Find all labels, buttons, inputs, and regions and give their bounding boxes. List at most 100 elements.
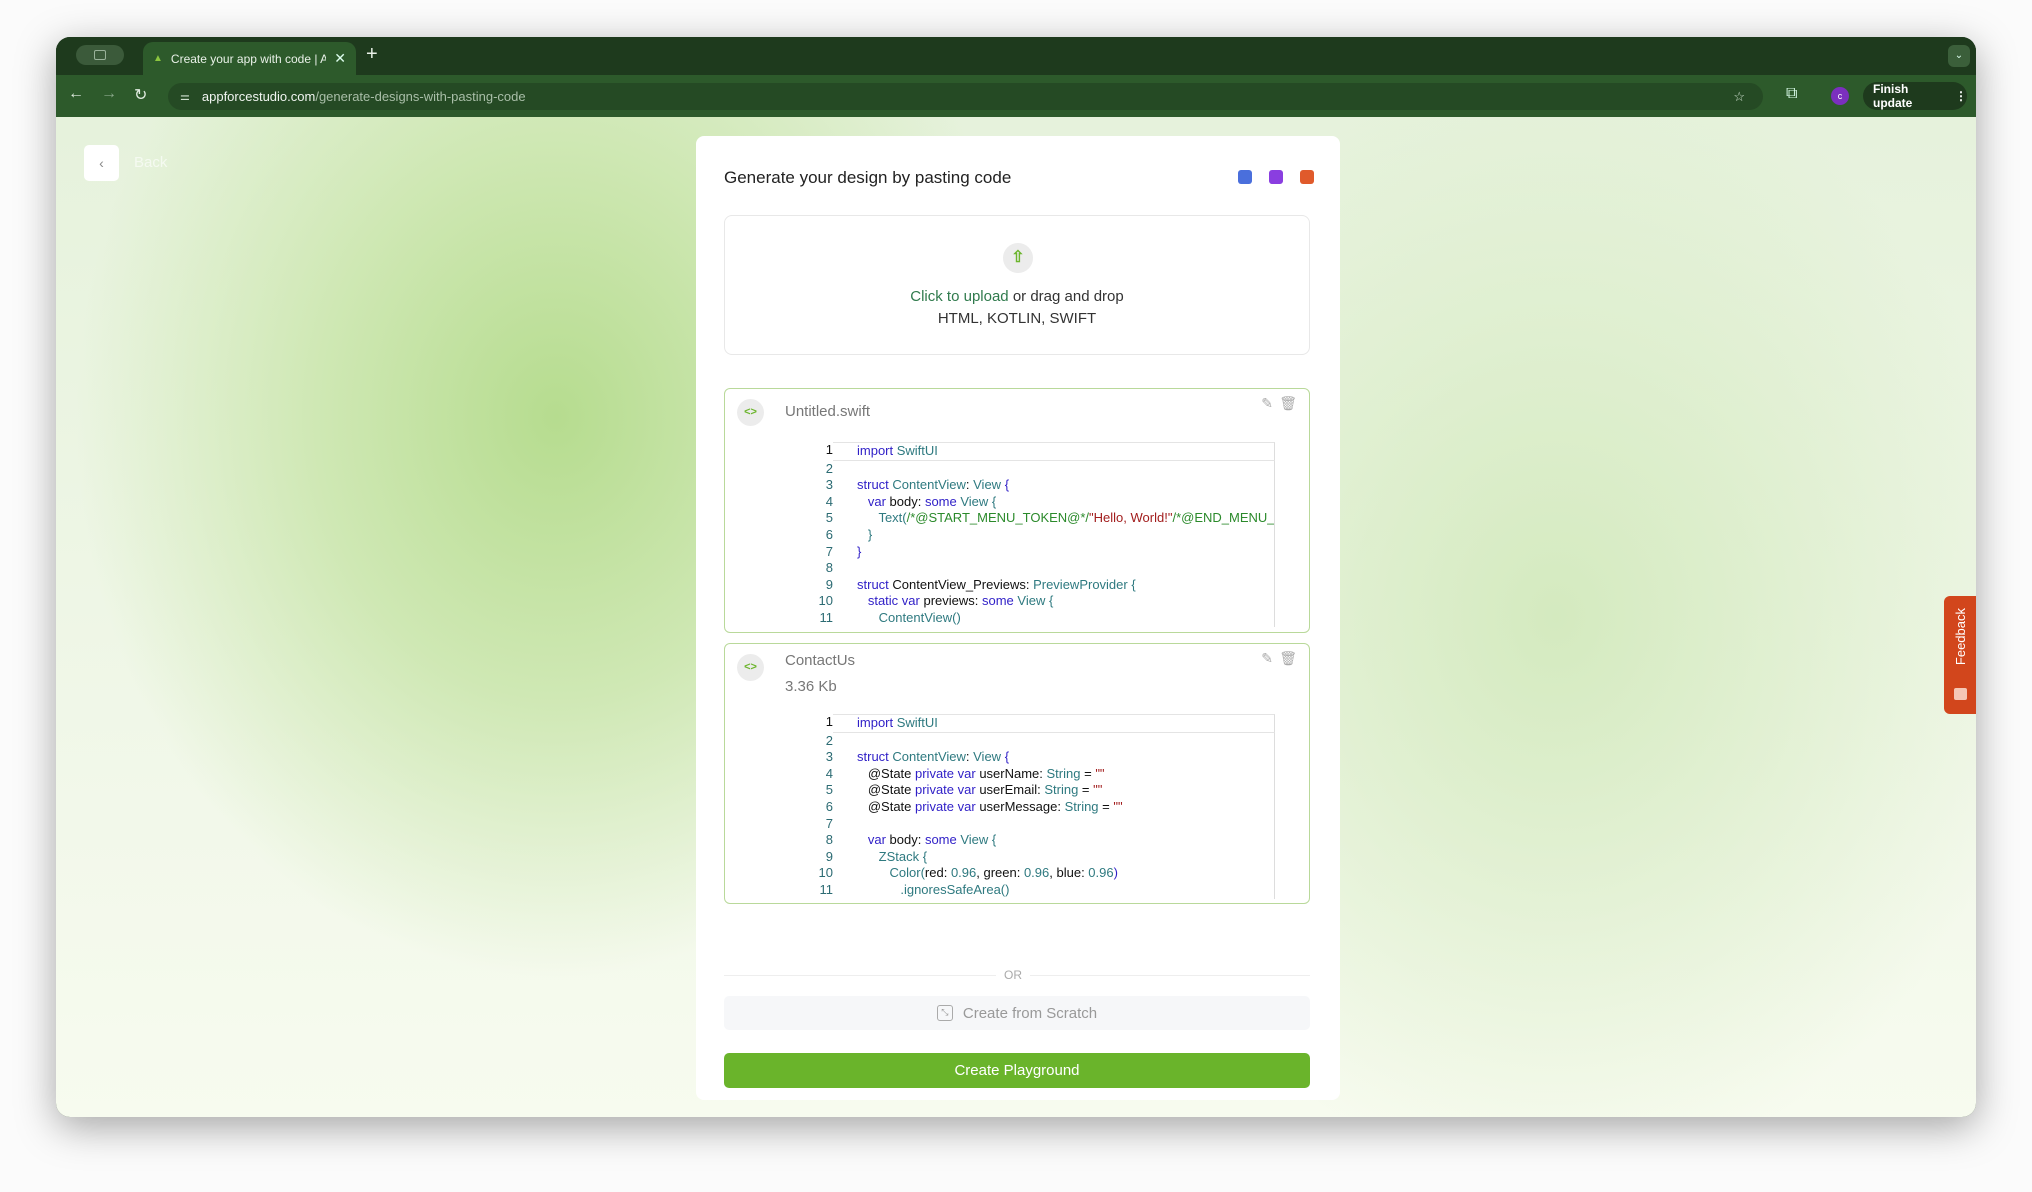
code-token: , blue: (1049, 865, 1089, 881)
code-token: View { (956, 832, 997, 848)
line-code (833, 815, 1275, 833)
code-line: 1 import SwiftUI (775, 714, 1275, 733)
browser-window: ▲ Create your app with code | A ✕ + ⌄ ← … (56, 37, 1976, 1117)
line-code: struct ContentView: View { (833, 477, 1275, 494)
edit-icon[interactable]: ✎ (1261, 650, 1273, 667)
create-from-scratch-button[interactable]: ⤡ Create from Scratch (724, 996, 1310, 1030)
bookmark-star-icon[interactable]: ☆ (1733, 89, 1745, 105)
new-tab-button[interactable]: + (366, 43, 378, 66)
code-line: 5 @State private var userEmail: String =… (775, 782, 1275, 799)
close-tab-icon[interactable]: ✕ (334, 50, 346, 67)
finish-update-button[interactable]: Finish update ⋮ (1863, 82, 1967, 110)
line-code: @State private var userEmail: String = "… (833, 782, 1275, 799)
trash-icon[interactable]: 🗑 (1279, 395, 1297, 412)
file-name: ContactUs (785, 652, 856, 669)
feedback-icon (1954, 688, 1967, 700)
tab-search-button[interactable] (76, 45, 124, 65)
line-number: 6 (825, 798, 833, 814)
more-menu-icon[interactable]: ⋮ (1955, 89, 1967, 103)
feedback-label: Feedback (1953, 608, 1968, 666)
trash-icon[interactable]: 🗑 (1279, 650, 1297, 667)
chevron-down-icon[interactable]: ⌄ (1948, 45, 1970, 67)
code-token: red: (924, 865, 951, 881)
upload-dropzone[interactable]: ⇧ Click to upload or drag and drop HTML,… (724, 215, 1310, 355)
line-code: } (833, 543, 1275, 561)
code-line: 8 var body: some View { (775, 832, 1275, 849)
code-line: 9 ZStack { (775, 848, 1275, 866)
code-token: 0.96 (1088, 865, 1114, 881)
code-token: var (867, 493, 886, 509)
code-token: struct (857, 477, 889, 493)
line-code: ZStack { (833, 848, 1275, 866)
code-line: 7 (775, 815, 1275, 833)
line-code: var body: some View { (833, 493, 1275, 511)
code-token: static var (867, 593, 920, 609)
code-token: private var (915, 765, 976, 781)
code-line: 2 (775, 460, 1275, 478)
back-arrow-icon[interactable]: ← (68, 85, 84, 103)
line-number: 11 (819, 881, 834, 897)
browser-tab[interactable]: ▲ Create your app with code | A ✕ (143, 42, 356, 75)
extensions-icon[interactable]: ⧉ (1786, 85, 1797, 103)
site-settings-icon[interactable]: ⚌ (180, 90, 190, 103)
code-token: @State (857, 782, 915, 798)
tab-title: Create your app with code | A (170, 51, 327, 66)
code-token: struct (857, 749, 889, 765)
site-favicon-icon: ▲ (153, 53, 163, 64)
code-editor[interactable]: 1 import SwiftUI 2 3 struct ContentView: Vi… (775, 714, 1275, 899)
feedback-tab[interactable]: Feedback (1944, 596, 1976, 714)
reload-icon[interactable]: ↻ (134, 85, 147, 105)
file-card: <> ContactUs 3.36 Kb ✎ 🗑 1 import SwiftUI… (724, 643, 1310, 904)
click-to-upload-link[interactable]: Click to upload (910, 288, 1008, 305)
code-line: 5 Text(/*@START_MENU_TOKEN@*/"Hello, Wor… (775, 510, 1275, 527)
code-token: body: (885, 832, 925, 848)
code-line: 10 Color(red: 0.96, green: 0.96, blue: 0… (775, 865, 1275, 882)
code-token: ZStack { (878, 848, 928, 864)
code-token: userMessage: (975, 798, 1065, 814)
forward-arrow-icon[interactable]: → (101, 85, 117, 103)
code-line: 3 struct ContentView: View { (775, 477, 1275, 494)
profile-avatar[interactable]: c (1831, 87, 1849, 105)
line-code (833, 560, 1275, 577)
address-bar[interactable]: ⚌ appforcestudio.com/generate-designs-wi… (168, 83, 1763, 110)
code-token: /*@END_MENU_TOKEN@*/ (1172, 510, 1275, 526)
back-label[interactable]: Back (134, 154, 167, 171)
code-token: previews: (919, 593, 982, 609)
line-number: 3 (825, 477, 833, 493)
line-number: 11 (819, 609, 834, 625)
code-token: View (973, 477, 1002, 493)
code-token: import (857, 443, 894, 458)
line-code (833, 460, 1275, 478)
code-token: Color( (889, 865, 925, 881)
page-title: Generate your design by pasting code (724, 168, 1012, 187)
code-token: "" (1113, 798, 1123, 814)
code-token: some (924, 493, 957, 509)
code-line: 4 @State private var userName: String = … (775, 765, 1275, 783)
edit-icon[interactable]: ✎ (1261, 395, 1273, 412)
code-token: SwiftUI (893, 715, 938, 730)
line-number: 7 (825, 815, 833, 831)
code-token: } (857, 543, 862, 559)
line-code: import SwiftUI (833, 442, 1275, 461)
code-line: 1 import SwiftUI (775, 442, 1275, 461)
code-token: some (924, 832, 957, 848)
line-number: 10 (818, 593, 833, 609)
url-host: appforcestudio.com (201, 89, 316, 104)
code-line: 8 (775, 560, 1275, 577)
code-line: 2 (775, 732, 1275, 750)
create-playground-button[interactable]: Create Playground (724, 1053, 1310, 1088)
line-number: 10 (818, 865, 833, 881)
code-token: private var (915, 782, 976, 798)
code-line: 4 var body: some View { (775, 493, 1275, 511)
line-number: 4 (825, 493, 833, 509)
code-token: .ignoresSafeArea() (900, 881, 1010, 897)
back-button[interactable]: ‹ (84, 145, 119, 181)
code-token: /*@START_MENU_TOKEN@*/ (906, 510, 1090, 526)
code-editor[interactable]: 1 import SwiftUI 2 3 struct ContentView: Vi… (775, 442, 1275, 627)
code-token: PreviewProvider { (1033, 576, 1136, 592)
